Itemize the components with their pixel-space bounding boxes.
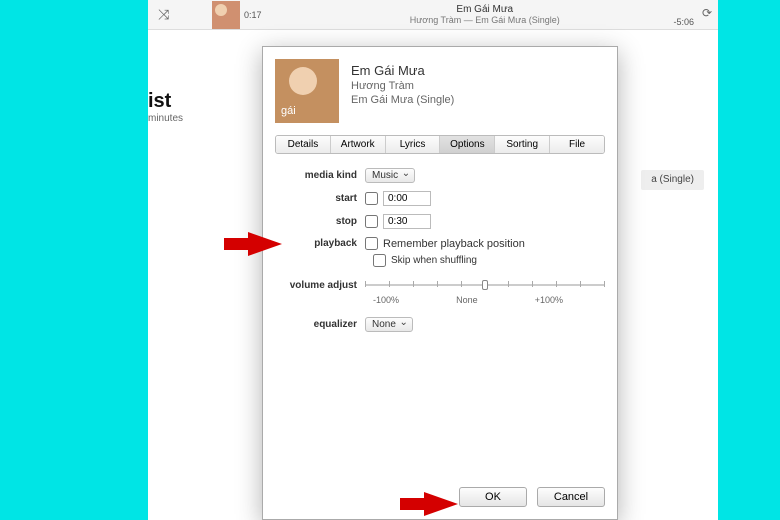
annotation-arrow-icon: [424, 492, 458, 516]
tab-file[interactable]: File: [550, 136, 604, 153]
dialog-album: Em Gái Mưa (Single): [351, 94, 454, 106]
song-info-dialog: Em Gái Mưa Hương Tràm Em Gái Mưa (Single…: [262, 46, 618, 520]
elapsed-time: 0:17: [244, 10, 262, 20]
dialog-header: Em Gái Mưa Hương Tràm Em Gái Mưa (Single…: [275, 59, 605, 123]
start-label: start: [275, 193, 365, 204]
equalizer-select[interactable]: None: [365, 317, 413, 332]
dialog-artist: Hương Tràm: [351, 80, 454, 92]
stop-input[interactable]: [383, 214, 431, 229]
remaining-time: -5:06: [673, 17, 694, 27]
slider-min: -100%: [373, 295, 399, 305]
remember-position-checkbox[interactable]: [365, 237, 378, 250]
volume-adjust-slider[interactable]: [365, 277, 605, 293]
playback-label: playback: [275, 238, 365, 249]
slider-scale: -100% None +100%: [373, 295, 563, 305]
start-checkbox[interactable]: [365, 192, 378, 205]
player-topbar: ⤨ 0:17 Em Gái Mưa Hương Tràm — Em Gái Mư…: [148, 0, 718, 30]
media-kind-label: media kind: [275, 170, 365, 181]
slider-thumb[interactable]: [482, 280, 488, 290]
tab-artwork[interactable]: Artwork: [331, 136, 386, 153]
media-kind-select[interactable]: Music: [365, 168, 415, 183]
stop-checkbox[interactable]: [365, 215, 378, 228]
tab-sorting[interactable]: Sorting: [495, 136, 550, 153]
track-subtitle: Hương Tràm — Em Gái Mưa (Single): [282, 15, 688, 25]
tab-lyrics[interactable]: Lyrics: [386, 136, 441, 153]
dialog-artwork: [275, 59, 339, 123]
skip-shuffle-checkbox[interactable]: [373, 254, 386, 267]
table-row[interactable]: a (Single): [641, 170, 704, 190]
annotation-arrow-icon: [248, 232, 282, 256]
shuffle-icon[interactable]: ⤨: [158, 6, 169, 23]
track-title: Em Gái Mưa: [282, 4, 688, 15]
now-playing-info[interactable]: Em Gái Mưa Hương Tràm — Em Gái Mưa (Sing…: [262, 4, 708, 25]
dialog-song-title: Em Gái Mưa: [351, 63, 454, 78]
volume-adjust-label: volume adjust: [275, 280, 365, 291]
repeat-icon[interactable]: ⟳: [702, 6, 712, 20]
cancel-button[interactable]: Cancel: [537, 487, 605, 507]
tab-options[interactable]: Options: [440, 136, 495, 153]
ok-button[interactable]: OK: [459, 487, 527, 507]
slider-mid: None: [456, 295, 478, 305]
slider-max: +100%: [535, 295, 563, 305]
start-input[interactable]: [383, 191, 431, 206]
equalizer-label: equalizer: [275, 319, 365, 330]
sidebar-fragment: ist minutes: [148, 30, 196, 200]
now-playing-artwork[interactable]: [212, 1, 240, 29]
stop-label: stop: [275, 216, 365, 227]
heading-fragment: ist: [148, 90, 196, 113]
dialog-tabs: Details Artwork Lyrics Options Sorting F…: [275, 135, 605, 154]
skip-shuffle-text: Skip when shuffling: [391, 255, 477, 266]
page-background: ⤨ 0:17 Em Gái Mưa Hương Tràm — Em Gái Mư…: [0, 0, 780, 520]
remember-position-text: Remember playback position: [383, 238, 525, 250]
tab-details[interactable]: Details: [276, 136, 331, 153]
options-form: media kind Music start stop playback Rem…: [275, 168, 605, 340]
subtext-fragment: minutes: [148, 113, 196, 124]
